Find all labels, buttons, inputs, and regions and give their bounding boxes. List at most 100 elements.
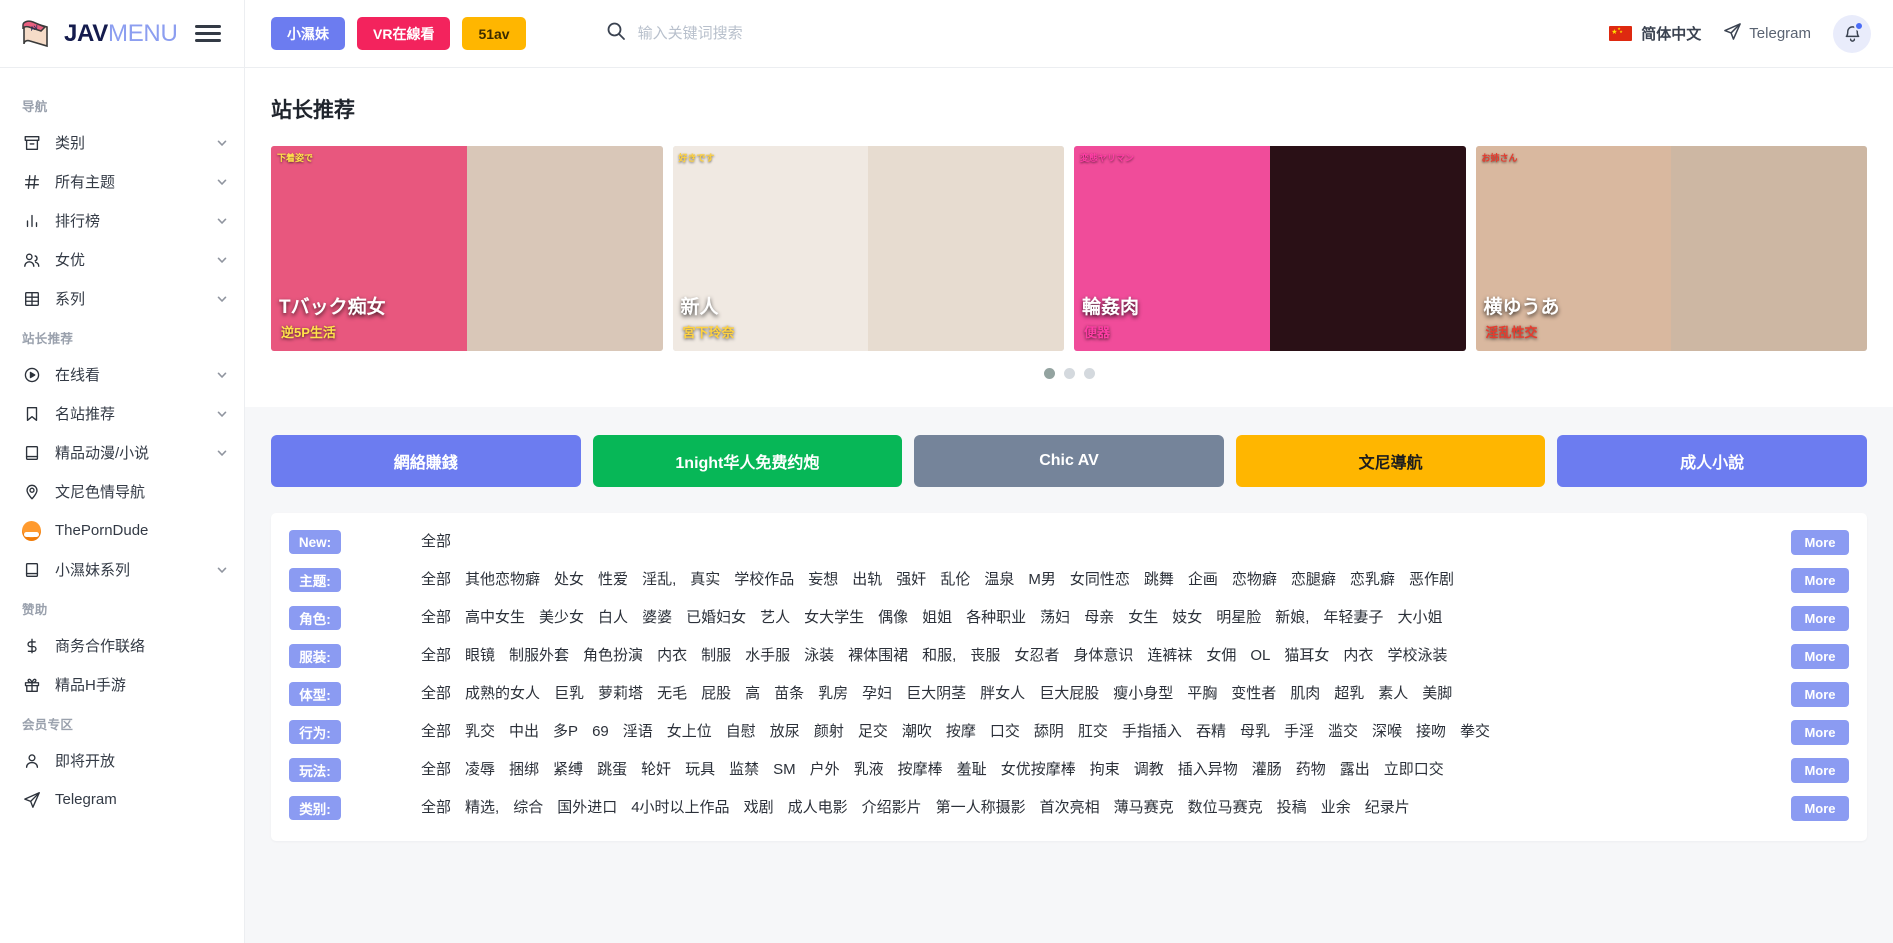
sidebar-item-精品动漫/小说[interactable]: 精品动漫/小说 <box>0 433 244 472</box>
tag-item[interactable]: 戏剧 <box>744 795 774 820</box>
tag-item[interactable]: 首次亮相 <box>1040 795 1100 820</box>
tag-item[interactable]: 身体意识 <box>1073 643 1133 668</box>
tag-item[interactable]: 乳房 <box>818 681 848 706</box>
tag-item[interactable]: 各种职业 <box>966 605 1026 630</box>
promo-button-3[interactable]: Chic AV <box>914 435 1224 487</box>
tag-item[interactable]: 母亲 <box>1084 605 1114 630</box>
tag-item[interactable]: 女大学生 <box>804 605 864 630</box>
promo-button-5[interactable]: 成人小說 <box>1557 435 1867 487</box>
tag-item[interactable]: 超乳 <box>1334 681 1364 706</box>
tag-item[interactable]: 素人 <box>1378 681 1408 706</box>
tag-item[interactable]: 处女 <box>554 567 584 592</box>
tag-item[interactable]: 监禁 <box>729 757 759 782</box>
tag-item[interactable]: 屁股 <box>701 681 731 706</box>
tag-item[interactable]: 轮奸 <box>641 757 671 782</box>
tag-item[interactable]: 4小时以上作品 <box>631 795 729 820</box>
tag-item[interactable]: 足交 <box>858 719 888 744</box>
tag-item[interactable]: 变性者 <box>1231 681 1276 706</box>
tag-item[interactable]: 肛交 <box>1078 719 1108 744</box>
tag-item[interactable]: 投稿 <box>1277 795 1307 820</box>
tag-item[interactable]: 妄想 <box>808 567 838 592</box>
tag-item[interactable]: 丧服 <box>970 643 1000 668</box>
tag-item[interactable]: 巨乳 <box>554 681 584 706</box>
tag-item[interactable]: 精选, <box>465 795 499 820</box>
tag-item[interactable]: 淫语 <box>623 719 653 744</box>
tag-item[interactable]: 年轻妻子 <box>1323 605 1383 630</box>
carousel-cover[interactable]: 下着姿で Tバック痴女 逆5P生活 <box>271 146 663 351</box>
tag-item[interactable]: 巨大屁股 <box>1039 681 1099 706</box>
more-button[interactable]: More <box>1791 530 1849 555</box>
sidebar-item-系列[interactable]: 系列 <box>0 279 244 318</box>
tag-item[interactable]: M男 <box>1028 567 1056 592</box>
tag-item[interactable]: 全部 <box>421 681 451 706</box>
tag-item[interactable]: 性爱 <box>598 567 628 592</box>
tag-item[interactable]: 业余 <box>1321 795 1351 820</box>
tag-item[interactable]: 药物 <box>1296 757 1326 782</box>
tag-item[interactable]: 猫耳女 <box>1284 643 1329 668</box>
tag-item[interactable]: 羞耻 <box>957 757 987 782</box>
more-button[interactable]: More <box>1791 568 1849 593</box>
tag-item[interactable]: 玩具 <box>685 757 715 782</box>
tag-item[interactable]: 捆绑 <box>509 757 539 782</box>
tag-item[interactable]: 女忍者 <box>1014 643 1059 668</box>
tag-item[interactable]: 拘束 <box>1090 757 1120 782</box>
brand-title[interactable]: JAVMENU <box>64 20 178 48</box>
tag-item[interactable]: 接吻 <box>1416 719 1446 744</box>
tag-item[interactable]: 立即口交 <box>1384 757 1444 782</box>
tag-item[interactable]: 跳舞 <box>1144 567 1174 592</box>
tag-category-key[interactable]: 角色: <box>289 606 341 630</box>
tag-item[interactable]: 全部 <box>421 757 451 782</box>
tag-item[interactable]: 多P <box>553 719 578 744</box>
tag-item[interactable]: 裸体围裙 <box>848 643 908 668</box>
tag-item[interactable]: 插入异物 <box>1178 757 1238 782</box>
tag-item[interactable]: 连裤袜 <box>1147 643 1192 668</box>
tag-item[interactable]: 凌辱 <box>465 757 495 782</box>
tag-item[interactable]: 艺人 <box>760 605 790 630</box>
tag-item[interactable]: 萝莉塔 <box>598 681 643 706</box>
tag-item[interactable]: 真实 <box>690 567 720 592</box>
tag-item[interactable]: 自慰 <box>726 719 756 744</box>
tag-item[interactable]: 口交 <box>990 719 1020 744</box>
tag-item[interactable]: 纪录片 <box>1365 795 1410 820</box>
tag-item[interactable]: 内衣 <box>1343 643 1373 668</box>
tag-item[interactable]: 白人 <box>598 605 628 630</box>
header-promo-1[interactable]: 小濕妹 <box>271 17 345 50</box>
tag-item[interactable]: 荡妇 <box>1040 605 1070 630</box>
tag-item[interactable]: 明星脸 <box>1216 605 1261 630</box>
header-promo-3[interactable]: 51av <box>462 17 526 50</box>
tag-item[interactable]: OL <box>1250 643 1270 668</box>
hamburger-icon[interactable] <box>195 25 222 42</box>
sidebar-item-ThePornDude[interactable]: ThePornDude <box>0 511 244 550</box>
tag-item[interactable]: 灌肠 <box>1252 757 1282 782</box>
tag-item[interactable]: 手淫 <box>1284 719 1314 744</box>
tag-item[interactable]: 国外进口 <box>557 795 617 820</box>
sidebar-item-排行榜[interactable]: 排行榜 <box>0 201 244 240</box>
tag-item[interactable]: 全部 <box>421 719 451 744</box>
tag-item[interactable]: 新娘, <box>1275 605 1309 630</box>
tag-item[interactable]: 跳蛋 <box>597 757 627 782</box>
tag-item[interactable]: 拳交 <box>1460 719 1490 744</box>
tag-item[interactable]: 出轨 <box>852 567 882 592</box>
tag-item[interactable]: 乳液 <box>854 757 884 782</box>
tag-item[interactable]: 第一人称摄影 <box>936 795 1026 820</box>
tag-item[interactable]: 介绍影片 <box>862 795 922 820</box>
tag-item[interactable]: 恶作剧 <box>1409 567 1454 592</box>
tag-item[interactable]: 和服, <box>922 643 956 668</box>
tag-item[interactable]: 姐姐 <box>922 605 952 630</box>
tag-item[interactable]: 温泉 <box>984 567 1014 592</box>
tag-item[interactable]: 户外 <box>810 757 840 782</box>
tag-item[interactable]: 乳交 <box>465 719 495 744</box>
tag-category-key[interactable]: 行为: <box>289 720 341 744</box>
tag-item[interactable]: 全部 <box>421 529 451 554</box>
more-button[interactable]: More <box>1791 758 1849 783</box>
sidebar-item-类别[interactable]: 类别 <box>0 123 244 162</box>
tag-item[interactable]: 全部 <box>421 567 451 592</box>
tag-item[interactable]: 高 <box>745 681 760 706</box>
sidebar-item-Telegram[interactable]: Telegram <box>0 780 244 819</box>
sidebar-item-女优[interactable]: 女优 <box>0 240 244 279</box>
tag-item[interactable]: 瘦小身型 <box>1113 681 1173 706</box>
more-button[interactable]: More <box>1791 796 1849 821</box>
tag-item[interactable]: 乱伦 <box>940 567 970 592</box>
tag-item[interactable]: 放尿 <box>770 719 800 744</box>
tag-item[interactable]: 颜射 <box>814 719 844 744</box>
